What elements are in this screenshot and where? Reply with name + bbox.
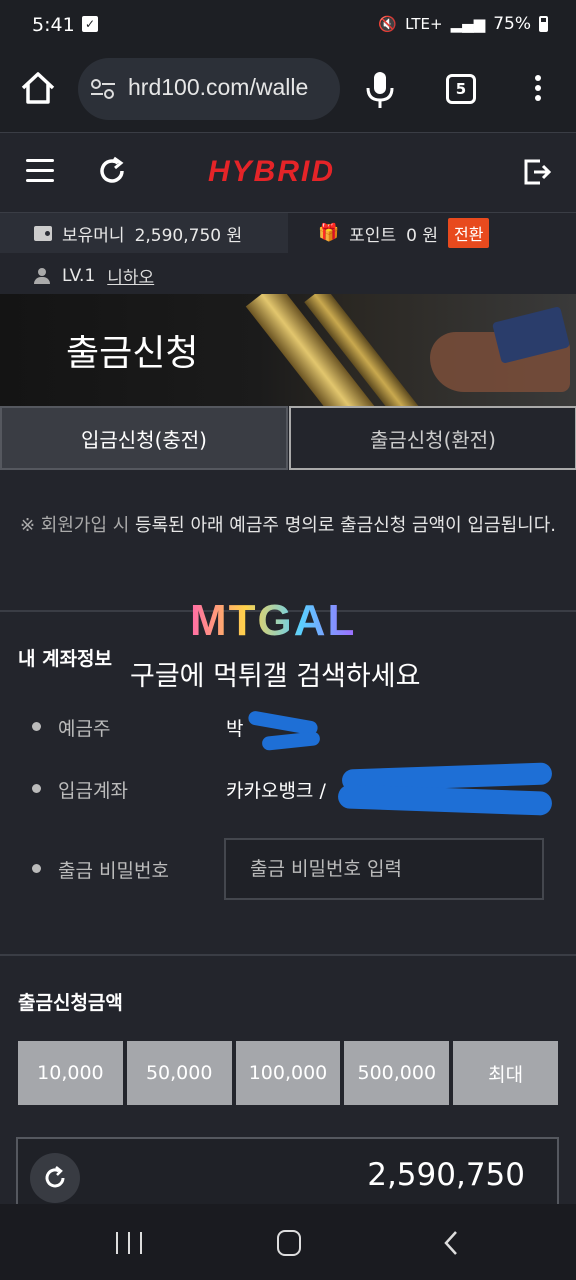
holder-label: 예금주 [58, 718, 111, 740]
tab-deposit[interactable]: 입금신청(충전) [0, 406, 288, 470]
url-bar[interactable]: hrd100.com/walle [78, 58, 340, 120]
back-icon[interactable] [440, 1230, 464, 1256]
amount-50000-button[interactable]: 50,000 [126, 1041, 232, 1105]
recent-apps-icon[interactable] [116, 1232, 142, 1254]
notice-prefix: ※ 회원가입 시 [20, 515, 130, 536]
bullet [32, 722, 41, 731]
convert-button[interactable]: 전환 [447, 218, 490, 248]
browser-menu-icon[interactable] [526, 72, 550, 108]
status-time: 5:41 [32, 14, 75, 36]
point-value: 0 원 [406, 225, 438, 246]
status-right: 🔇 LTE+ ▂▄▆ 75% [378, 14, 548, 34]
amount-500000-button[interactable]: 500,000 [344, 1041, 450, 1105]
holder-value: 박 [226, 718, 244, 740]
page-banner: 출금신청 [0, 294, 576, 406]
signal-icon: ▂▄▆ [450, 15, 486, 33]
site-settings-icon[interactable] [90, 78, 116, 100]
amount-button-group: 10,000 50,000 100,000 500,000 최대 [18, 1041, 558, 1105]
user-nickname[interactable]: 니하오 [107, 263, 154, 288]
refresh-icon[interactable] [96, 155, 128, 187]
url-text: hrd100.com/walle [128, 74, 309, 100]
tab-withdraw[interactable]: 출금신청(환전) [289, 406, 576, 470]
page-title: 출금신청 [66, 333, 199, 374]
user-icon [34, 267, 50, 284]
site-logo[interactable]: HYBRID [208, 155, 335, 189]
home-icon[interactable] [18, 68, 58, 108]
home-nav-icon[interactable] [277, 1230, 301, 1256]
amount-100000-button[interactable]: 100,000 [235, 1041, 341, 1105]
battery-icon [539, 16, 548, 32]
user-info: LV.1 니하오 [34, 263, 154, 288]
amount-10000-button[interactable]: 10,000 [18, 1041, 123, 1105]
battery-text: 75% [493, 14, 531, 34]
account-summary: 보유머니 2,590,750 원 🎁 포인트 0 원 전환 LV.1 니하오 [0, 212, 576, 294]
bank-label: 입금계좌 [58, 780, 128, 802]
bullet [32, 864, 41, 873]
withdraw-password-input[interactable] [224, 838, 544, 900]
gift-icon: 🎁 [318, 223, 340, 243]
password-label: 출금 비밀번호 [58, 860, 169, 882]
watermark-text: 구글에 먹튀갤 검색하세요 [130, 661, 421, 692]
tab-switcher-button[interactable]: 5 [446, 74, 476, 104]
bullet [32, 784, 41, 793]
withdraw-amount-title: 출금신청금액 [18, 992, 123, 1014]
point-info: 🎁 포인트 0 원 전환 [318, 213, 490, 253]
money-label: 보유머니 [62, 225, 125, 246]
reset-amount-button[interactable] [30, 1153, 80, 1203]
account-info-title: 내 계좌정보 [18, 648, 113, 670]
notification-icon: ✓ [82, 16, 98, 32]
user-level: LV.1 [62, 265, 96, 286]
point-label: 포인트 [349, 225, 397, 246]
bank-value: 카카오뱅크 / [226, 780, 326, 802]
logout-icon[interactable] [522, 157, 552, 187]
hamburger-menu-icon[interactable] [26, 159, 54, 183]
watermark-logo: MTGAL [190, 596, 357, 645]
divider [0, 954, 576, 956]
wallet-icon [34, 225, 52, 241]
notice-body: 등록된 아래 예금주 명의로 출금신청 금액이 입금됩니다. [129, 515, 556, 536]
reset-icon [45, 1166, 65, 1188]
money-value: 2,590,750 원 [134, 225, 243, 246]
money-info: 보유머니 2,590,750 원 [0, 213, 288, 253]
status-bar: 5:41 ✓ 🔇 LTE+ ▂▄▆ 75% [0, 0, 576, 52]
tab-bar: 입금신청(충전) 출금신청(환전) [0, 406, 576, 470]
notice-text: ※ 회원가입 시 등록된 아래 예금주 명의로 출금신청 금액이 입금됩니다. [0, 512, 576, 539]
network-label: LTE+ [405, 15, 443, 33]
amount-max-button[interactable]: 최대 [453, 1041, 558, 1105]
mute-icon: 🔇 [378, 15, 398, 33]
microphone-icon[interactable] [362, 70, 398, 110]
browser-toolbar: hrd100.com/walle 5 [0, 52, 576, 132]
amount-value: 2,590,750 [367, 1157, 525, 1193]
site-header: HYBRID [0, 132, 576, 212]
system-nav-bar [0, 1204, 576, 1280]
